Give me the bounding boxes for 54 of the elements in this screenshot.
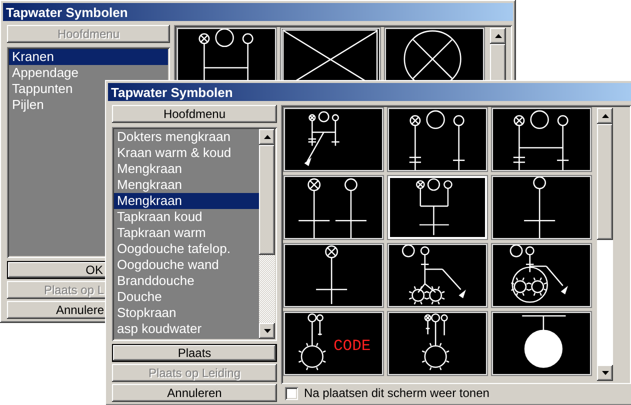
list-item[interactable]: asp koudwater (114, 321, 259, 337)
symbol-drawing (402, 245, 466, 305)
scroll-down-button[interactable] (597, 365, 613, 381)
scrollbar-thumb[interactable] (597, 124, 613, 240)
checkbox-label: Na plaatsen dit scherm weer tonen (304, 386, 490, 400)
symbol-tile[interactable]: CODE (284, 312, 383, 375)
scroll-up-button[interactable] (259, 129, 275, 145)
up-arrow-icon (264, 135, 270, 139)
symbol-drawing (513, 110, 569, 170)
symbol-tile[interactable] (492, 312, 591, 375)
dialog-button[interactable]: Annuleren (112, 384, 277, 402)
symbol-drawing (298, 313, 326, 370)
symbol-tile[interactable] (388, 108, 487, 171)
down-arrow-icon (264, 329, 270, 333)
list-item[interactable]: Mengkraan (114, 161, 259, 177)
up-arrow-icon (602, 114, 608, 118)
symbol-tile[interactable] (284, 108, 383, 171)
symbol-tile[interactable] (284, 176, 383, 239)
symbol-tile[interactable] (284, 244, 383, 307)
list-item[interactable]: Mengkraan (114, 177, 259, 193)
scroll-down-button[interactable] (259, 323, 275, 339)
symbol-tile[interactable] (388, 244, 487, 307)
list-item[interactable]: Dokters mengkraan (114, 129, 259, 145)
window-title: Tapwater Symbolen (111, 84, 233, 100)
symbol-drawing (409, 110, 465, 170)
scrollbar-thumb[interactable] (259, 145, 275, 256)
list-item[interactable]: Tapkraan koud (114, 209, 259, 225)
checkbox[interactable] (285, 386, 298, 400)
symbol-tile[interactable] (492, 108, 591, 171)
symbol-drawing (298, 178, 366, 238)
list-item[interactable]: Kraan warm & koud (114, 145, 259, 161)
code-label: CODE (334, 336, 371, 355)
up-arrow-icon (494, 34, 502, 38)
symbol-tile[interactable] (388, 312, 487, 375)
symbol-tile[interactable] (492, 244, 591, 307)
symbol-drawing (416, 178, 452, 236)
list-item[interactable]: Kranen (9, 49, 168, 65)
symbol-drawing (316, 245, 348, 304)
scroll-up-button[interactable] (490, 28, 506, 44)
dialog-button[interactable]: Plaats (112, 344, 277, 362)
list-item[interactable]: Mengkraan (114, 193, 259, 209)
list-item[interactable]: Tapkraan warm (114, 225, 259, 241)
symbol-tile[interactable] (492, 176, 591, 239)
list-item[interactable]: Oogdouche tafelop. (114, 241, 259, 257)
symbol-drawing (304, 111, 340, 166)
list-item[interactable]: Appendage (9, 65, 168, 81)
window-title: Tapwater Symbolen (6, 4, 128, 20)
scroll-up-button[interactable] (597, 108, 613, 124)
symbol-drawing (524, 177, 556, 238)
symbol-drawing (522, 315, 566, 368)
symbol-drawing (510, 245, 568, 303)
main-menu-button[interactable]: Hoofdmenu (112, 105, 277, 123)
symbol-drawing (422, 313, 450, 370)
down-arrow-icon (602, 371, 608, 375)
